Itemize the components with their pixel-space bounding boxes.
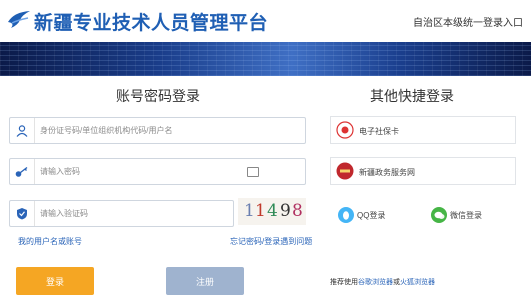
page-title: 新疆专业技术人员管理平台 bbox=[34, 12, 269, 34]
forgot-password-link[interactable]: 忘记密码/登录遇到问题 bbox=[230, 236, 312, 247]
username-placeholder: 身份证号码/单位组织机构代码/用户名 bbox=[40, 126, 173, 135]
social-security-card-login[interactable]: 电子社保卡 bbox=[330, 116, 516, 144]
xinjiang-gov-login[interactable]: 新疆政务服务网 bbox=[330, 157, 516, 185]
bird-logo-icon bbox=[8, 11, 30, 28]
login-button[interactable]: 登录 bbox=[16, 267, 94, 295]
keyboard-icon[interactable] bbox=[247, 167, 259, 177]
social-security-card-icon bbox=[336, 121, 354, 139]
xinjiang-gov-icon bbox=[336, 162, 354, 180]
wechat-label: 微信登录 bbox=[450, 210, 482, 220]
chrome-link[interactable]: 谷歌浏览器 bbox=[358, 279, 393, 286]
password-login-title: 账号密码登录 bbox=[116, 88, 200, 104]
captcha-char: 9 bbox=[280, 201, 291, 221]
password-field[interactable]: 请输入密码 bbox=[9, 158, 306, 185]
captcha-char: 1 bbox=[255, 201, 266, 221]
user-icon bbox=[10, 118, 35, 143]
quick-login-title: 其他快捷登录 bbox=[370, 88, 454, 104]
qq-icon bbox=[338, 207, 354, 223]
forgot-account-link[interactable]: 我的用户名或账号 bbox=[18, 236, 82, 247]
qq-label: QQ登录 bbox=[357, 210, 386, 220]
username-field[interactable]: 身份证号码/单位组织机构代码/用户名 bbox=[9, 117, 306, 144]
captcha-placeholder: 请输入验证码 bbox=[40, 209, 88, 218]
key-icon bbox=[10, 159, 35, 184]
firefox-link[interactable]: 火狐浏览器 bbox=[400, 279, 435, 286]
captcha-char: 8 bbox=[292, 201, 303, 221]
unified-login-link[interactable]: 自治区本级统一登录入口 bbox=[413, 14, 523, 29]
captcha-char: 1 bbox=[244, 201, 255, 221]
header: 新疆专业技术人员管理平台 自治区本级统一登录入口 bbox=[0, 0, 531, 42]
wechat-login[interactable]: 微信登录 bbox=[431, 207, 482, 223]
captcha-char: 4 bbox=[267, 201, 278, 221]
shield-icon bbox=[10, 201, 35, 226]
wechat-icon bbox=[431, 207, 447, 223]
register-button[interactable]: 注册 bbox=[166, 267, 244, 295]
quick-item-label: 电子社保卡 bbox=[359, 127, 399, 136]
captcha-field[interactable]: 请输入验证码 bbox=[9, 200, 234, 227]
captcha-image[interactable]: 1 1 4 9 8 bbox=[238, 198, 306, 225]
quick-item-label: 新疆政务服务网 bbox=[359, 168, 415, 177]
banner bbox=[0, 42, 531, 76]
qq-login[interactable]: QQ登录 bbox=[338, 207, 385, 223]
browser-recommendation: 推荐使用谷歌浏览器或火狐浏览器 bbox=[330, 279, 435, 286]
password-placeholder: 请输入密码 bbox=[40, 167, 80, 176]
